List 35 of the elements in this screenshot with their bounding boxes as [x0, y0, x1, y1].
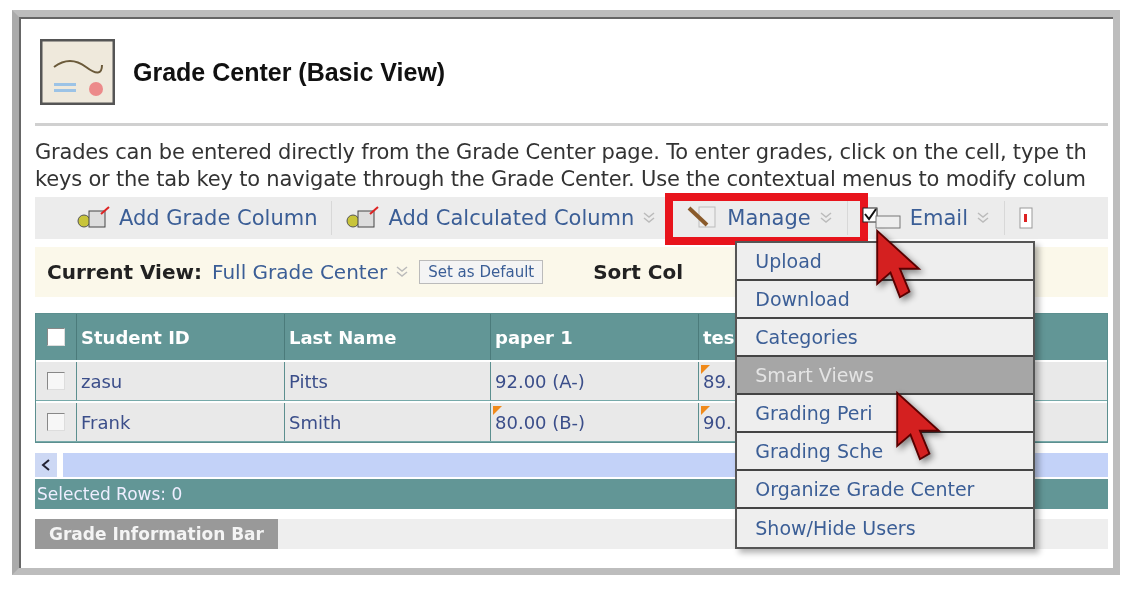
select-all-checkbox[interactable]	[47, 328, 65, 346]
email-icon	[861, 206, 902, 230]
table-cell: 80.00 (B-)	[490, 403, 698, 441]
toolbar-button[interactable]: Add Calculated Column	[332, 201, 672, 235]
menu-item[interactable]: Organize Grade Center	[737, 471, 1034, 509]
scroll-left-button[interactable]	[35, 453, 57, 477]
row-checkbox[interactable]	[47, 413, 65, 431]
current-view-label: Current View:	[47, 260, 202, 284]
table-cell: Frank	[76, 403, 284, 441]
table-cell: Pitts	[284, 362, 490, 400]
left-chevron-icon	[41, 459, 51, 471]
menu-item[interactable]: Download	[737, 281, 1034, 319]
report-icon	[1019, 206, 1033, 230]
menu-item[interactable]: Categories	[737, 319, 1034, 357]
menu-item[interactable]: Upload	[737, 243, 1034, 281]
menu-item[interactable]: Grading Sche	[737, 433, 1034, 471]
sort-label: Sort Col	[593, 260, 683, 284]
add-column-icon	[346, 206, 381, 230]
toolbar-button[interactable]: Manage	[671, 201, 848, 235]
page-title: Grade Center (Basic View)	[133, 57, 446, 87]
chevron-icon	[395, 265, 410, 279]
toolbar-button[interactable]: Add Grade Column	[63, 201, 333, 235]
set-default-button[interactable]: Set as Default	[419, 260, 544, 284]
menu-item[interactable]: Grading Peri	[737, 395, 1034, 433]
row-checkbox[interactable]	[47, 372, 65, 390]
menu-item[interactable]: Show/Hide Users	[737, 509, 1034, 547]
table-cell: zasu	[76, 362, 284, 400]
instructions-text: keys or the tab key to navigate through the Grade Center. Use the contextual menus to modify colum	[35, 166, 1087, 193]
view-dropdown[interactable]: Full Grade Center	[212, 260, 410, 284]
table-cell: 92.00 (A-)	[490, 362, 698, 400]
certificate-icon	[40, 39, 115, 105]
add-column-icon	[77, 206, 111, 230]
instructions-text: Grades can be entered directly from the Grade Center page. To enter grades, click on the cell, type th	[35, 139, 1088, 166]
toolbar-button[interactable]: Email	[847, 201, 1005, 235]
table-cell: Smith	[284, 403, 490, 441]
